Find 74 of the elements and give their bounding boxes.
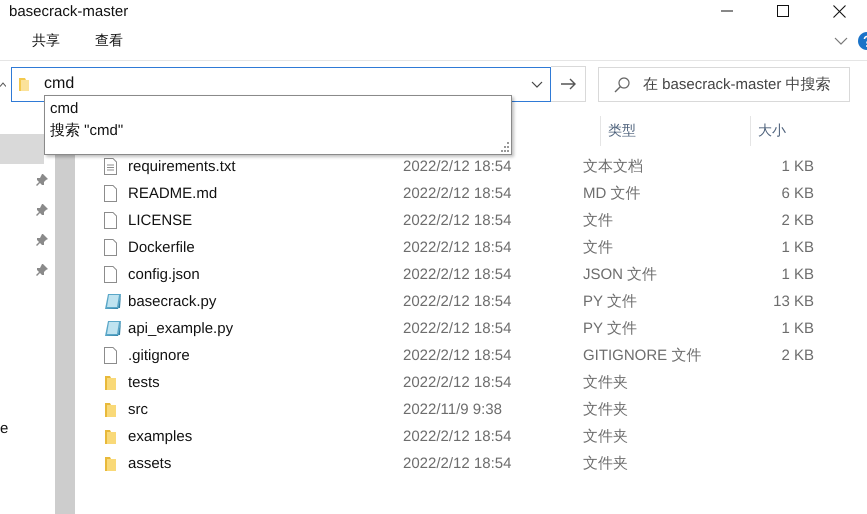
type-cell-text: PY 文件 — [583, 319, 638, 338]
type-cell-text: 文件夹 — [583, 400, 629, 419]
folder-icon — [104, 455, 117, 472]
type-cell-text: 文件夹 — [583, 373, 629, 392]
minimize-icon[interactable] — [721, 10, 733, 12]
date-cell-text: 2022/11/9 9:38 — [403, 401, 503, 418]
type-cell-text: 文件夹 — [583, 454, 629, 473]
close-icon[interactable] — [833, 4, 846, 18]
type-cell-text: GITIGNORE 文件 — [583, 346, 702, 365]
date-cell-text: 2022/2/12 18:54 — [403, 428, 512, 445]
date-cell-text: 2022/2/12 18:54 — [403, 320, 512, 337]
type-cell-text: 文件 — [583, 238, 614, 257]
size-cell-text: 1 KB — [780, 158, 814, 175]
arrow-right-icon — [560, 78, 576, 90]
folder-icon — [104, 374, 117, 391]
search-field[interactable]: 在 basecrack-master 中搜索 — [598, 66, 850, 102]
size-cell-text: 6 KB — [780, 185, 814, 202]
date-cell-text: 2022/2/12 18:54 — [403, 293, 512, 310]
nav-item[interactable]: e — [0, 420, 8, 436]
file-name[interactable]: config.json — [128, 266, 403, 283]
file-name[interactable]: api_example.py — [128, 320, 403, 337]
date-cell-text: 2022/2/12 18:54 — [403, 374, 512, 391]
file-name[interactable]: src — [128, 401, 403, 418]
folder-icon — [18, 76, 30, 92]
text-file-icon — [104, 158, 117, 175]
size-cell-text: 1 KB — [780, 239, 814, 256]
date-cell-text: 2022/2/12 18:54 — [403, 347, 512, 364]
go-button[interactable] — [551, 66, 586, 102]
resize-grip-icon[interactable] — [499, 142, 509, 152]
size-cell-text: 1 KB — [780, 266, 814, 283]
document-icon — [104, 266, 117, 283]
search-icon — [614, 76, 630, 92]
type-cell-text: 文件 — [583, 211, 614, 230]
file-name[interactable]: assets — [128, 455, 403, 472]
ribbon-tab[interactable]: 查看 — [95, 32, 123, 50]
date-cell-text: 2022/2/12 18:54 — [403, 455, 512, 472]
chevron-down-icon[interactable] — [531, 80, 543, 88]
column-header[interactable]: 类型 — [600, 116, 750, 146]
date-cell-text: 2022/2/12 18:54 — [403, 158, 512, 175]
window-title: basecrack-master — [8, 2, 128, 20]
file-name[interactable]: tests — [128, 374, 403, 391]
maximize-icon[interactable] — [777, 5, 789, 17]
folder-icon — [104, 401, 117, 418]
document-icon — [104, 239, 117, 256]
date-cell-text: 2022/2/12 18:54 — [403, 239, 512, 256]
size-cell-text: 2 KB — [780, 347, 814, 364]
type-cell-text: MD 文件 — [583, 184, 642, 203]
notepad-icon — [104, 293, 122, 310]
type-cell-text: 文本文档 — [583, 157, 644, 176]
ribbon-tab[interactable]: 共享 — [32, 32, 60, 50]
size-cell-text: 1 KB — [780, 320, 814, 337]
type-cell-text: PY 文件 — [583, 292, 638, 311]
file-name[interactable]: Dockerfile — [128, 239, 403, 256]
date-cell-text: 2022/2/12 18:54 — [403, 212, 512, 229]
document-icon — [104, 212, 117, 229]
file-name[interactable]: basecrack.py — [128, 293, 403, 310]
size-cell-text: 13 KB — [772, 293, 814, 310]
column-header[interactable]: 大小 — [750, 116, 852, 146]
type-cell-text: JSON 文件 — [583, 265, 658, 284]
size-cell-text: 2 KB — [780, 212, 814, 229]
suggestion-item[interactable]: 搜索 "cmd" — [50, 120, 511, 142]
document-icon — [104, 347, 117, 364]
type-cell-text: 文件夹 — [583, 427, 629, 446]
file-name[interactable]: examples — [128, 428, 403, 445]
date-cell-text: 2022/2/12 18:54 — [403, 266, 512, 283]
notepad-icon — [104, 320, 122, 337]
file-name[interactable]: .gitignore — [128, 347, 403, 364]
file-name[interactable]: README.md — [128, 185, 403, 202]
date-cell-text: 2022/2/12 18:54 — [403, 185, 512, 202]
file-name[interactable]: LICENSE — [128, 212, 403, 229]
file-name[interactable]: requirements.txt — [128, 158, 403, 175]
folder-icon — [104, 428, 117, 445]
chevron-down-icon[interactable] — [834, 37, 848, 45]
document-icon — [104, 185, 117, 202]
